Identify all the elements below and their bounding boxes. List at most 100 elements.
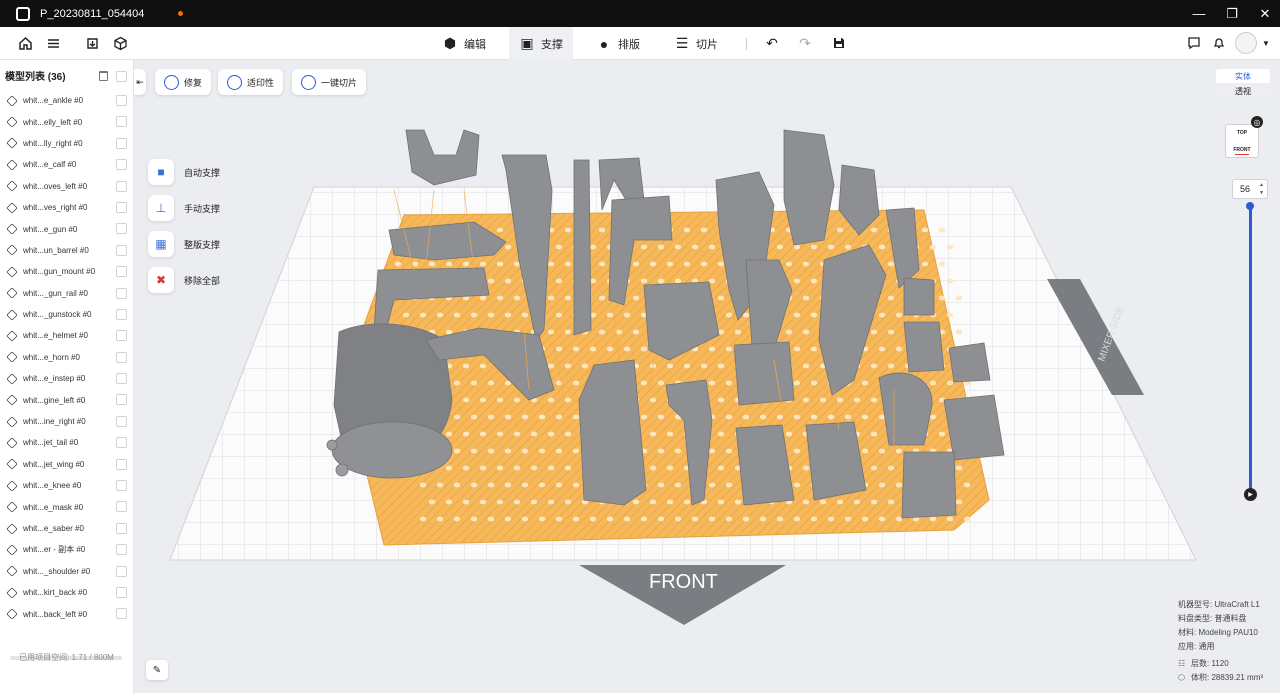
model-checkbox[interactable]	[116, 394, 127, 406]
model-checkbox[interactable]	[116, 608, 127, 620]
model-name: whit...e_gun #0	[23, 224, 78, 234]
model-checkbox[interactable]	[116, 351, 127, 363]
raft-hole	[853, 397, 861, 403]
chevron-down-icon[interactable]: ▼	[1256, 33, 1276, 53]
model-checkbox[interactable]	[116, 330, 127, 342]
list-item[interactable]: whit...e_horn #0	[0, 347, 133, 368]
layer-slider-handle[interactable]	[1246, 202, 1254, 210]
locate-icon[interactable]: ◎	[1251, 116, 1263, 128]
model-checkbox[interactable]	[116, 373, 127, 385]
list-item[interactable]: whit..._gun_rail #0	[0, 283, 133, 304]
list-item[interactable]: whit...ine_right #0	[0, 411, 133, 432]
layer-stepper-icon[interactable]: ▲ ▼	[1259, 181, 1264, 197]
list-item[interactable]: whit...jet_wing #0	[0, 454, 133, 475]
play-icon[interactable]: ▶	[1244, 488, 1257, 501]
model-checkbox[interactable]	[116, 501, 127, 513]
one-click-slice-button[interactable]: 一键切片	[292, 69, 367, 95]
list-item[interactable]: whit...jet_tail #0	[0, 432, 133, 453]
model-checkbox[interactable]	[116, 308, 127, 320]
model-checkbox[interactable]	[116, 458, 127, 470]
save-icon[interactable]	[829, 33, 849, 53]
model-checkbox[interactable]	[116, 586, 127, 598]
solid-view-option[interactable]: 实体	[1216, 69, 1270, 84]
list-icon[interactable]	[43, 33, 63, 53]
list-item[interactable]: whit...back_left #0	[0, 603, 133, 624]
list-item[interactable]: whit...elly_left #0	[0, 111, 133, 132]
close-button[interactable]: ✕	[1248, 0, 1280, 27]
layer-input[interactable]: 56 ▲ ▼	[1232, 179, 1268, 199]
navigation-cube[interactable]: TOP FRONT	[1225, 124, 1259, 158]
list-item[interactable]: whit...e_saber #0	[0, 518, 133, 539]
model-checkbox[interactable]	[116, 544, 127, 556]
bell-icon[interactable]	[1209, 33, 1229, 53]
model-checkbox[interactable]	[116, 244, 127, 256]
tab-edit[interactable]: ⬢ 编辑	[432, 27, 496, 60]
avatar[interactable]	[1235, 32, 1257, 54]
remove-all-tool[interactable]: ✖ 移除全部	[148, 267, 220, 293]
list-item[interactable]: whit...e_mask #0	[0, 496, 133, 517]
list-item[interactable]: whit...e_calf #0	[0, 154, 133, 175]
model-checkbox[interactable]	[116, 223, 127, 235]
maximize-button[interactable]: ❐	[1215, 0, 1249, 27]
model-checkbox[interactable]	[116, 287, 127, 299]
home-icon[interactable]	[15, 33, 35, 53]
model-checkbox[interactable]	[116, 437, 127, 449]
minimize-button[interactable]: —	[1182, 0, 1216, 27]
select-all-checkbox[interactable]	[116, 71, 127, 82]
list-item[interactable]: whit...e_gun #0	[0, 218, 133, 239]
list-item[interactable]: whit...e_ankle #0	[0, 90, 133, 111]
raft-hole	[793, 346, 801, 352]
model-checkbox[interactable]	[116, 480, 127, 492]
raft-hole	[470, 312, 478, 318]
model-checkbox[interactable]	[116, 180, 127, 192]
model-cube-icon	[6, 201, 18, 214]
transparent-view-option[interactable]: 透视	[1216, 84, 1270, 99]
add-model-icon[interactable]	[110, 33, 130, 53]
layer-slider-track[interactable]	[1249, 205, 1252, 490]
tab-slice[interactable]: ☰ 切片	[664, 27, 728, 60]
list-item[interactable]: whit..._shoulder #0	[0, 561, 133, 582]
list-item[interactable]: whit...e_helmet #0	[0, 325, 133, 346]
tab-arrange[interactable]: ● 排版	[586, 27, 650, 60]
collapse-panel-button[interactable]: ⇤	[134, 69, 146, 95]
message-icon[interactable]	[1184, 33, 1204, 53]
model-checkbox[interactable]	[116, 159, 127, 171]
list-item[interactable]: whit...gun_mount #0	[0, 261, 133, 282]
trash-icon[interactable]	[99, 71, 108, 81]
printability-label: 适印性	[247, 77, 275, 88]
list-item[interactable]: whit...oves_left #0	[0, 176, 133, 197]
model-checkbox[interactable]	[116, 201, 127, 213]
tab-support[interactable]: ▣ 支撑	[509, 27, 573, 60]
list-item[interactable]: whit...lly_right #0	[0, 133, 133, 154]
printability-button[interactable]: 适印性	[218, 69, 284, 95]
manual-support-tool[interactable]: ⊥ 手动支撑	[148, 195, 220, 221]
list-item[interactable]: whit...gine_left #0	[0, 389, 133, 410]
list-item[interactable]: whit...er - 副本 #0	[0, 539, 133, 560]
model-checkbox[interactable]	[116, 266, 127, 278]
list-item[interactable]: whit..._gunstock #0	[0, 304, 133, 325]
model-cube-icon	[6, 437, 18, 449]
model-list: whit...e_ankle #0 whit...elly_left #0 whit…	[0, 90, 133, 625]
model-checkbox[interactable]	[116, 565, 127, 577]
model-checkbox[interactable]	[116, 95, 127, 106]
redo-icon[interactable]: ↷	[795, 33, 815, 53]
list-item[interactable]: whit...e_instep #0	[0, 368, 133, 389]
viewport-canvas[interactable]: MIXER SIDE FRONT ⇤ 修复 适印性 一键切片 ■ 自动支撑 ⊥ …	[134, 60, 1280, 693]
list-item[interactable]: whit...ves_right #0	[0, 197, 133, 218]
build-plate-scene[interactable]: MIXER SIDE FRONT	[134, 60, 1280, 693]
list-item[interactable]: whit...un_barrel #0	[0, 240, 133, 261]
list-item[interactable]: whit...kirt_back #0	[0, 582, 133, 603]
undo-icon[interactable]: ↶	[762, 33, 782, 53]
feedback-icon[interactable]: ✎	[146, 660, 168, 680]
model-checkbox[interactable]	[116, 116, 127, 128]
list-item[interactable]: whit...e_knee #0	[0, 475, 133, 496]
model-checkbox[interactable]	[116, 137, 127, 149]
import-icon[interactable]	[82, 33, 102, 53]
repair-button[interactable]: 修复	[155, 69, 212, 95]
model-checkbox[interactable]	[116, 415, 127, 427]
model-checkbox[interactable]	[116, 522, 127, 534]
plate-support-tool[interactable]: ▦ 整版支撑	[148, 231, 220, 257]
layers-text: 层数: 1120	[1191, 659, 1229, 668]
auto-support-tool[interactable]: ■ 自动支撑	[148, 159, 220, 185]
raft-hole	[513, 499, 521, 505]
